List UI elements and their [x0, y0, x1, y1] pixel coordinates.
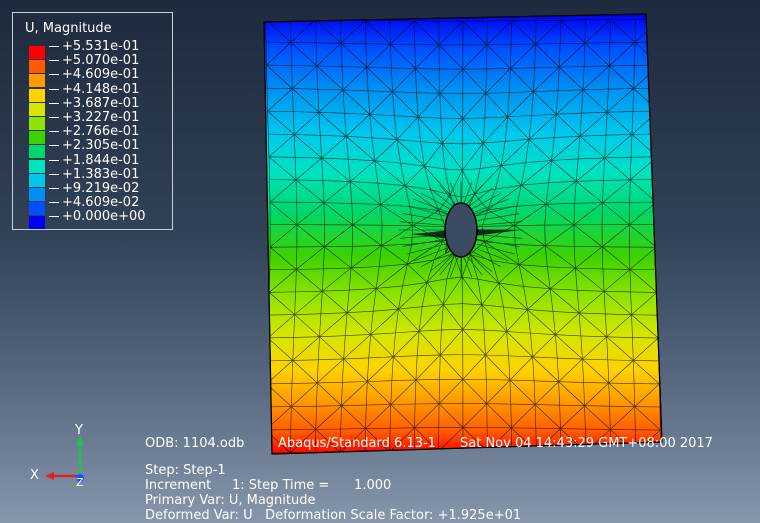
legend-swatch	[29, 188, 45, 201]
x-axis-label: X	[30, 468, 39, 483]
legend-swatch	[29, 173, 45, 187]
legend-swatch	[29, 117, 45, 130]
legend-tick	[49, 145, 59, 147]
legend-swatch	[29, 145, 45, 159]
legend-value: +5.070e-01	[62, 53, 140, 69]
legend-value: +2.766e-01	[62, 124, 140, 140]
z-axis-label: Z	[76, 476, 84, 489]
legend-swatch	[29, 159, 45, 173]
legend-tick	[49, 117, 59, 118]
legend-swatch	[29, 46, 45, 59]
legend-swatch	[29, 202, 45, 216]
legend-value: +3.687e-01	[62, 95, 140, 111]
legend-tick	[49, 74, 59, 76]
odb-info: ODB: 1104.odb	[145, 436, 245, 451]
legend-tick	[49, 102, 59, 104]
legend-value: +4.609e-01	[62, 67, 140, 83]
legend-value: +9.219e-02	[62, 181, 140, 196]
solver-info: Abaqus/Standard 6.13-1	[278, 436, 436, 451]
datetime-info: Sat Nov 04 14:43:29 GMT+08:00 2017	[460, 436, 713, 451]
legend-swatch	[29, 216, 45, 230]
legend-value: +4.148e-01	[62, 81, 140, 97]
legend-tick	[49, 216, 59, 218]
legend-value: +5.531e-01	[62, 39, 140, 54]
increment-info: Increment 1: Step Time = 1.000	[145, 478, 392, 493]
legend-swatch	[29, 60, 45, 74]
legend-value: +2.305e-01	[62, 138, 140, 154]
legend-value: +1.383e-01	[62, 166, 140, 182]
step-info: Step: Step-1	[145, 463, 226, 478]
axis-triad[interactable]	[25, 420, 105, 500]
legend-swatch	[29, 74, 45, 88]
legend-value: +3.227e-01	[62, 110, 140, 125]
y-axis-label: Y	[75, 423, 83, 438]
legend-swatch	[29, 131, 45, 145]
legend-tick	[49, 188, 59, 189]
legend-tick	[49, 46, 59, 47]
legend-swatch	[29, 88, 45, 102]
legend: U, Magnitude +5.531e-01 +5.070e-01 +4.609e…	[12, 12, 173, 230]
legend-tick	[49, 88, 59, 90]
legend-value: +1.844e-01	[62, 152, 140, 168]
legend-tick	[49, 131, 59, 133]
legend-value: +4.609e-02	[62, 195, 140, 211]
legend-tick	[49, 159, 59, 161]
legend-tick	[49, 60, 59, 62]
mesh-contour-plot[interactable]	[250, 10, 670, 460]
legend-value: +0.000e+00	[62, 209, 146, 225]
legend-tick	[49, 202, 59, 204]
legend-tick	[49, 173, 59, 175]
legend-title: U, Magnitude	[25, 21, 112, 36]
primary-var-info: Primary Var: U, Magnitude	[145, 493, 316, 508]
deformed-var-info: Deformed Var: U Deformation Scale Factor…	[145, 508, 522, 523]
legend-swatch	[29, 102, 45, 116]
